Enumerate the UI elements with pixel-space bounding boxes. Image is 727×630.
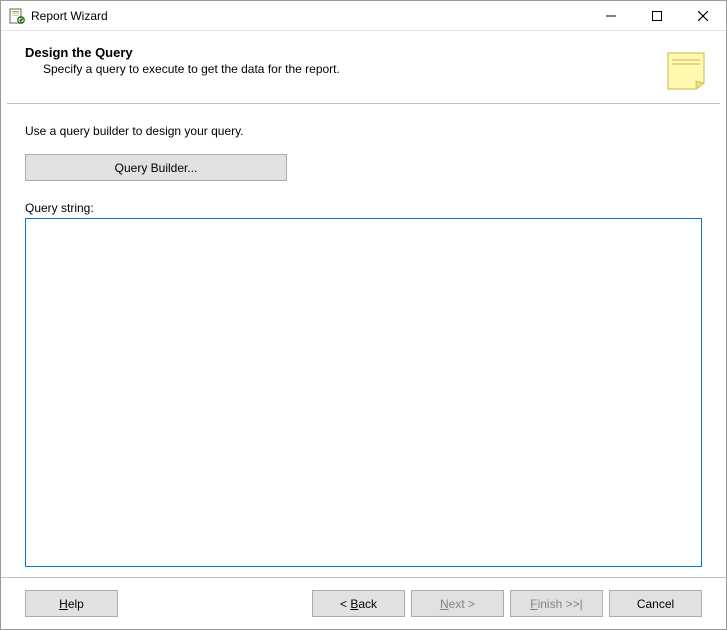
wizard-header: Design the Query Specify a query to exec…	[1, 31, 726, 103]
back-button[interactable]: < Back	[312, 590, 405, 617]
titlebar: Report Wizard	[1, 1, 726, 31]
help-button[interactable]: Help	[25, 590, 118, 617]
wizard-footer: Help < Back Next > Finish >>| Cancel	[1, 577, 726, 629]
query-string-label: Query string:	[25, 201, 702, 215]
app-icon	[9, 8, 25, 24]
query-string-wrap	[25, 218, 702, 567]
minimize-button[interactable]	[588, 1, 634, 30]
wizard-body: Use a query builder to design your query…	[1, 104, 726, 577]
maximize-button[interactable]	[634, 1, 680, 30]
close-button[interactable]	[680, 1, 726, 30]
wizard-header-text: Design the Query Specify a query to exec…	[25, 45, 664, 76]
query-string-input[interactable]	[25, 218, 702, 567]
next-button[interactable]: Next >	[411, 590, 504, 617]
window-title: Report Wizard	[31, 9, 588, 23]
query-builder-button[interactable]: Query Builder...	[25, 154, 287, 181]
wizard-header-title: Design the Query	[25, 45, 664, 60]
builder-prompt-label: Use a query builder to design your query…	[25, 124, 702, 138]
window-controls	[588, 1, 726, 30]
wizard-header-subtitle: Specify a query to execute to get the da…	[43, 62, 664, 76]
note-icon	[664, 49, 708, 93]
cancel-button[interactable]: Cancel	[609, 590, 702, 617]
finish-button[interactable]: Finish >>|	[510, 590, 603, 617]
report-wizard-window: Report Wizard Design the Query Specify a…	[0, 0, 727, 630]
